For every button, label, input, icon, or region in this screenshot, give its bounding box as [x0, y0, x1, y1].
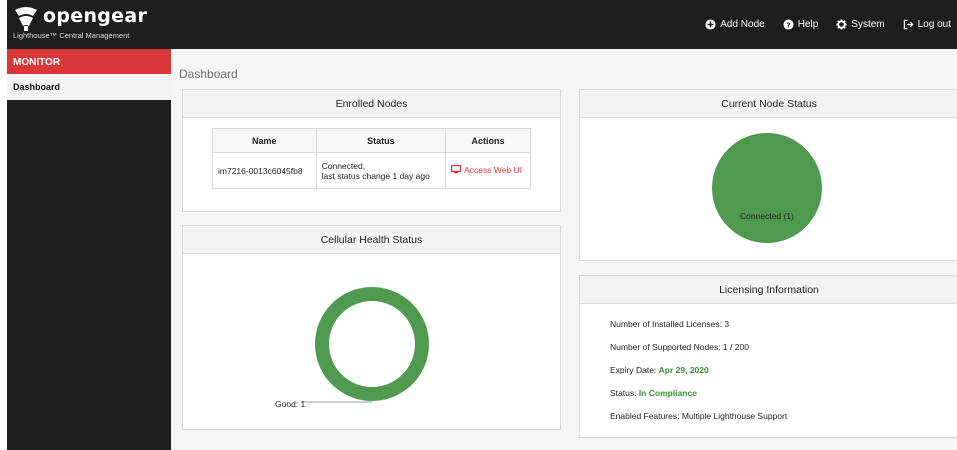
enrolled-nodes-panel: Enrolled Nodes Name Status Actions im721…	[182, 89, 561, 212]
column-header-status[interactable]: Status	[315, 128, 447, 153]
current-node-status-label: Connected (1)	[740, 211, 794, 221]
main-content: Dashboard Enrolled Nodes Name Status Act…	[171, 49, 957, 450]
licensing-panel: Licensing Information Number of Installe…	[579, 275, 957, 438]
page-title: Dashboard	[179, 67, 238, 81]
sidebar-item-dashboard[interactable]: Dashboard	[7, 74, 171, 100]
license-status: Status: In Compliance	[610, 388, 697, 398]
add-node-label: Add Node	[720, 19, 765, 30]
monitor-icon	[451, 165, 462, 174]
top-nav: Add Node ? Help System Log out	[705, 0, 951, 49]
node-name-cell: im7216-0013c6045fb8	[212, 152, 317, 189]
brand-tagline: Lighthouse™ Central Management	[13, 31, 130, 40]
gear-icon	[836, 19, 847, 30]
access-web-ui-label: Access Web UI	[464, 164, 523, 175]
expiry-date-value: Apr 29, 2020	[658, 365, 709, 375]
current-node-status-title: Current Node Status	[580, 90, 957, 118]
node-actions-cell: Access Web UI	[445, 152, 531, 189]
cellular-health-label: Good: 1	[275, 399, 306, 409]
brand-logo[interactable]: opengear Lighthouse™ Central Management	[13, 4, 178, 44]
sidebar: MONITOR Dashboard	[7, 49, 171, 450]
enabled-features: Enabled Features: Multiple Lighthouse Su…	[610, 411, 788, 421]
question-circle-icon: ?	[783, 19, 794, 30]
cellular-health-leader-line	[301, 400, 372, 403]
expiry-date: Expiry Date: Apr 29, 2020	[610, 365, 709, 375]
license-status-value: In Compliance	[638, 388, 697, 398]
svg-text:?: ?	[786, 20, 790, 29]
top-bar: opengear Lighthouse™ Central Management …	[7, 0, 957, 49]
logout-label: Log out	[917, 19, 951, 30]
logout-button[interactable]: Log out	[903, 19, 951, 30]
node-status-change: last status change 1 day ago	[321, 170, 430, 181]
cellular-health-chart	[301, 287, 429, 403]
help-button[interactable]: ? Help	[783, 19, 819, 30]
column-header-name[interactable]: Name	[212, 128, 317, 153]
system-button[interactable]: System	[836, 19, 885, 30]
enrolled-nodes-table: Name Status Actions im7216-0013c6045fb8 …	[212, 128, 531, 189]
cellular-health-title: Cellular Health Status	[183, 226, 560, 254]
licensing-title: Licensing Information	[580, 276, 957, 304]
help-label: Help	[797, 19, 819, 30]
brand-name: opengear	[43, 5, 148, 27]
pie-slice-good[interactable]	[315, 287, 429, 401]
node-status-line: Connected,	[321, 160, 366, 171]
current-node-status-panel: Current Node Status Connected (1)	[579, 89, 957, 261]
access-web-ui-link[interactable]: Access Web UI	[451, 165, 522, 175]
cellular-health-panel: Cellular Health Status Good: 1	[182, 225, 561, 430]
current-node-status-chart	[712, 133, 822, 243]
expiry-date-label: Expiry Date:	[610, 365, 659, 375]
logout-icon	[903, 19, 914, 30]
opengear-logo-icon	[15, 7, 37, 31]
table-header-row: Name Status Actions	[212, 128, 531, 153]
column-header-actions: Actions	[445, 128, 531, 153]
license-status-label: Status:	[610, 388, 639, 398]
add-node-button[interactable]: Add Node	[705, 19, 765, 30]
installed-licenses: Number of Installed Licenses: 3	[610, 319, 730, 329]
pie-slice-connected[interactable]	[712, 133, 822, 243]
supported-nodes: Number of Supported Nodes: 1 / 200	[610, 342, 749, 352]
system-label: System	[851, 19, 885, 30]
sidebar-section-monitor[interactable]: MONITOR	[7, 49, 171, 74]
app-window: opengear Lighthouse™ Central Management …	[0, 0, 957, 450]
node-status-cell: Connected, last status change 1 day ago	[315, 152, 447, 189]
table-row: im7216-0013c6045fb8 Connected, last stat…	[212, 152, 531, 189]
enrolled-nodes-title: Enrolled Nodes	[183, 90, 560, 118]
plus-circle-icon	[705, 19, 716, 30]
